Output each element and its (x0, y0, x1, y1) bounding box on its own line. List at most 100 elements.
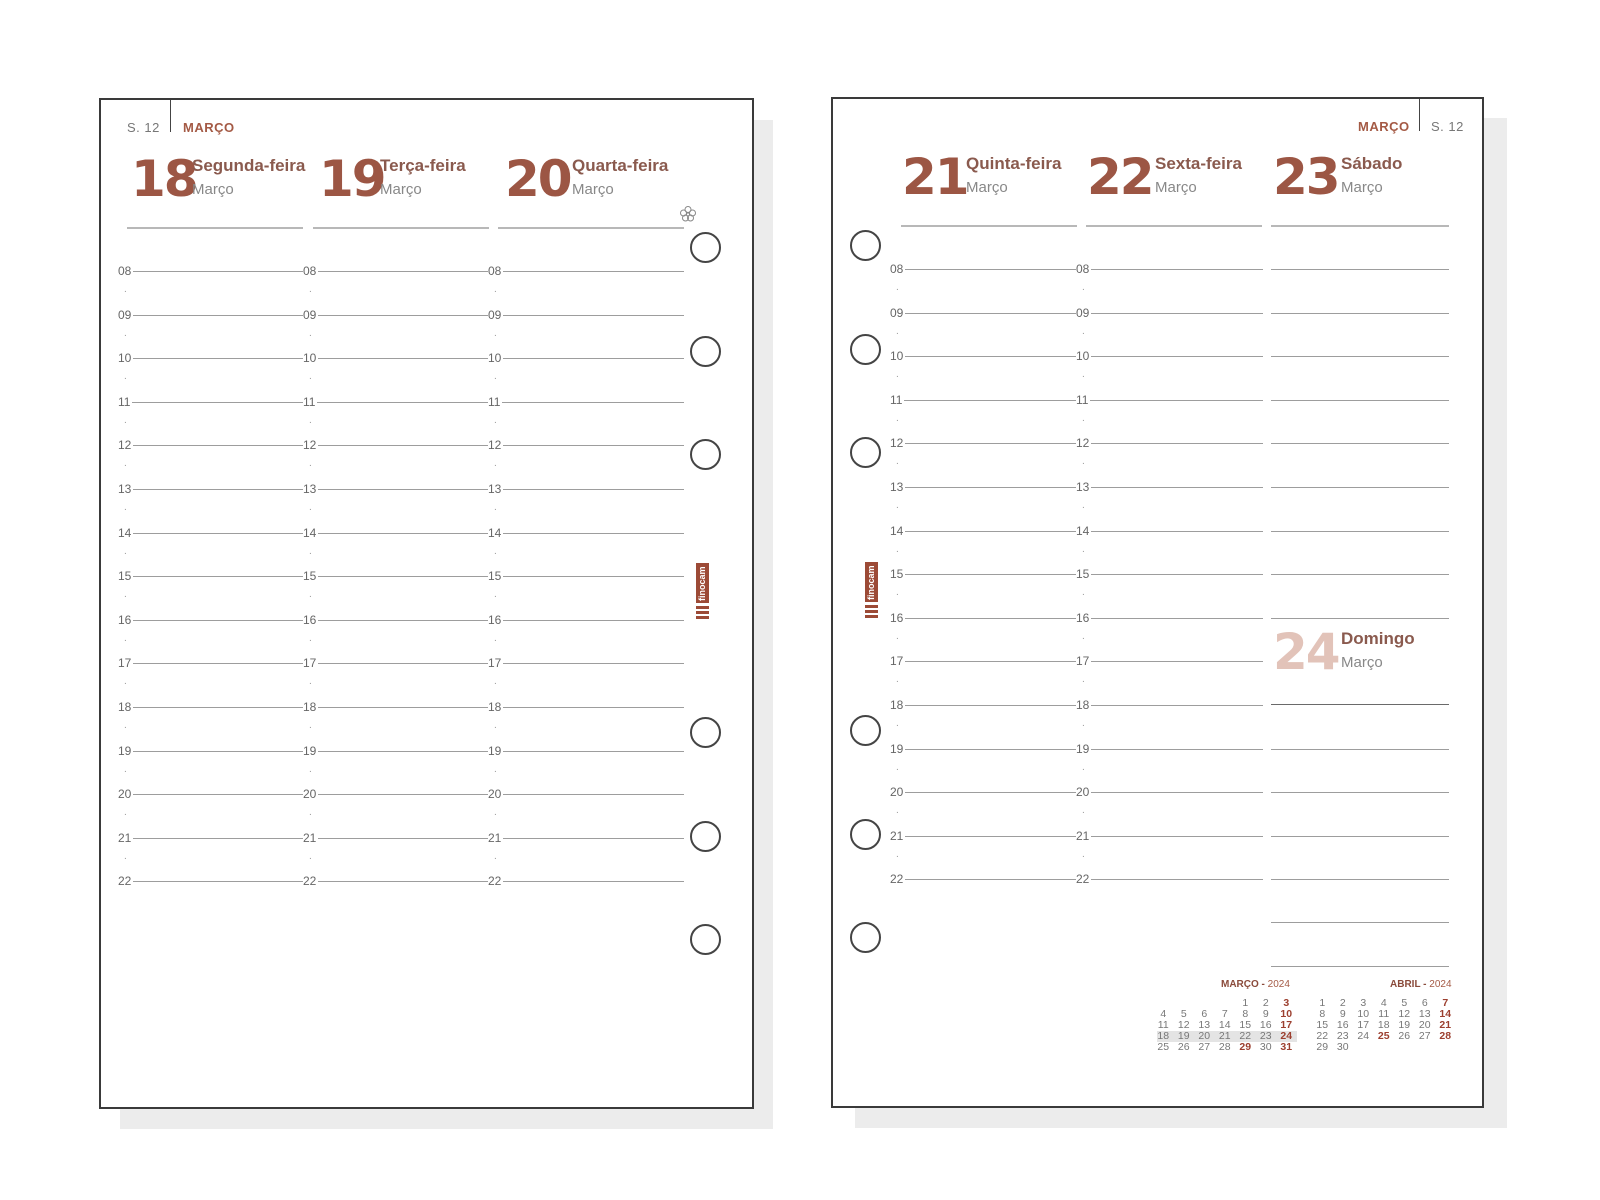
hour-line (303, 707, 488, 708)
hour-line (118, 619, 303, 621)
hour-label: 17 (303, 656, 319, 671)
hour-label: 18 (890, 698, 906, 712)
half-hour-marker: . (124, 545, 127, 557)
day-separator-line (127, 227, 303, 229)
hour-line (1076, 399, 1263, 401)
hour-label: 22 (303, 874, 319, 889)
hour-line (1271, 530, 1449, 532)
hour-line (488, 707, 684, 708)
hour-label: 10 (890, 349, 906, 364)
day-name: Segunda-feira (192, 156, 306, 175)
hour-line (1271, 835, 1449, 837)
hour-line (890, 399, 1077, 401)
hour-label: 08 (1076, 262, 1092, 276)
hour-label: 08 (488, 264, 504, 278)
half-hour-marker: . (309, 327, 312, 339)
hour-label: 22 (488, 874, 504, 889)
calendar-empty (1394, 1042, 1415, 1053)
hour-label: 20 (303, 787, 319, 802)
hour-label: 19 (890, 741, 906, 756)
hour-line (118, 445, 303, 447)
half-hour-marker: . (309, 850, 312, 862)
hour-label: 11 (488, 394, 503, 409)
hour-label: 17 (118, 656, 134, 671)
hour-label: 09 (118, 307, 134, 322)
half-hour-marker: . (896, 456, 899, 468)
hour-label: 15 (890, 567, 906, 582)
day-month: Março (966, 179, 1008, 196)
hour-line (118, 794, 303, 796)
hour-line (303, 837, 488, 839)
hour-line (118, 358, 303, 360)
hour-line (303, 794, 488, 796)
half-hour-marker: . (896, 587, 899, 599)
half-hour-marker: . (494, 284, 497, 295)
hour-line (118, 271, 303, 272)
half-hour-marker: . (309, 632, 312, 644)
day-name: Domingo (1341, 629, 1415, 648)
hour-label: 11 (890, 392, 905, 407)
hour-line (118, 314, 303, 316)
binder-hole (690, 336, 721, 367)
hour-line (303, 576, 488, 578)
hour-label: 12 (488, 438, 504, 453)
calendar-day: 29 (1239, 1041, 1252, 1053)
half-hour-marker: . (1082, 412, 1085, 424)
half-hour-marker: . (124, 502, 127, 513)
week-label: S. 12 (1431, 119, 1464, 134)
day-name: Quinta-feira (966, 154, 1062, 173)
day-month: Março (1341, 654, 1383, 671)
half-hour-marker: . (124, 327, 127, 339)
hour-line (890, 879, 1077, 881)
hour-line (1271, 399, 1449, 401)
binder-hole (690, 717, 721, 748)
hour-line (1076, 748, 1263, 750)
hour-line (118, 401, 303, 403)
hour-line (303, 489, 488, 490)
calendar-day: 28 (1218, 1041, 1231, 1053)
hour-line (303, 619, 488, 621)
hour-line (488, 489, 684, 490)
hour-line (488, 576, 684, 578)
half-hour-marker: . (1082, 500, 1085, 511)
hour-label: 11 (1076, 392, 1091, 407)
hour-label: 12 (118, 438, 134, 453)
half-hour-marker: . (896, 369, 899, 381)
hour-line (488, 619, 684, 621)
hour-label: 15 (1076, 567, 1092, 582)
hour-line (1076, 574, 1263, 576)
day-separator-line (313, 227, 489, 229)
hour-label: 08 (118, 264, 134, 278)
half-hour-marker: . (896, 282, 899, 293)
half-hour-marker: . (309, 371, 312, 383)
hour-label: 17 (890, 654, 906, 669)
half-hour-marker: . (124, 632, 127, 644)
calendar-empty (1415, 1042, 1436, 1053)
calendar-day: 26 (1398, 1030, 1411, 1042)
hour-label: 16 (303, 612, 319, 627)
hour-label: 21 (488, 830, 504, 845)
calendar-day: 30 (1259, 1041, 1272, 1053)
hour-label: 21 (890, 828, 906, 843)
hour-label: 19 (488, 743, 504, 758)
hour-label: 14 (488, 525, 504, 540)
day-separator-line (498, 227, 684, 229)
hour-label: 13 (488, 482, 504, 496)
mini-calendar-month: ABRIL (1390, 979, 1421, 990)
binder-hole (850, 715, 881, 746)
half-hour-marker: . (309, 763, 312, 775)
calendar-day: 27 (1198, 1041, 1211, 1053)
sunday-separator-line (1271, 704, 1449, 705)
hour-label: 20 (488, 787, 504, 802)
hour-label: 10 (1076, 349, 1092, 364)
hour-label: 16 (890, 610, 906, 625)
hour-line (890, 748, 1077, 750)
half-hour-marker: . (494, 458, 497, 470)
hour-line (488, 881, 684, 883)
half-hour-marker: . (309, 676, 312, 688)
hour-label: 14 (1076, 523, 1092, 538)
hour-line (118, 532, 303, 534)
hour-line (118, 837, 303, 839)
calendar-empty (1374, 1042, 1395, 1053)
hour-label: 13 (890, 480, 906, 494)
